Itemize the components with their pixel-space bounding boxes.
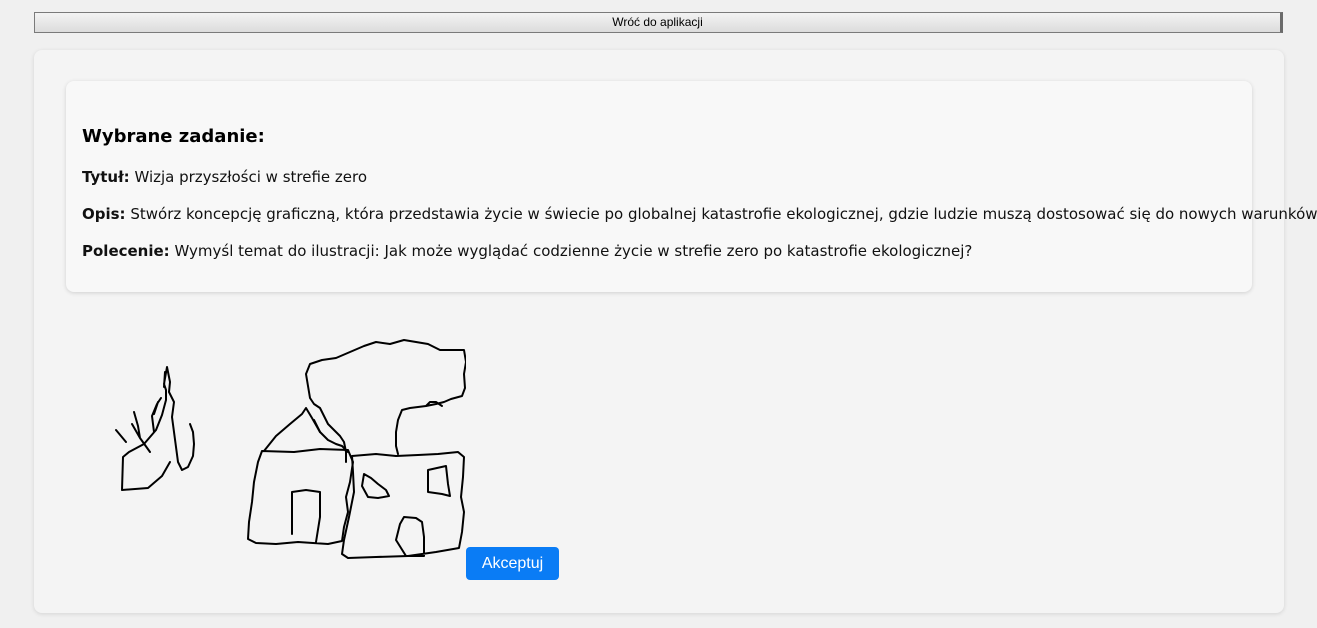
right-house-sketch — [341, 451, 465, 559]
task-command: Polecenie: Wymyśl temat do ilustracji: J… — [82, 242, 972, 260]
tree-sketch — [115, 366, 195, 491]
task-title: Tytuł: Wizja przyszłości w strefie zero — [82, 168, 367, 186]
left-house-sketch — [247, 407, 354, 545]
smoke-cloud-sketch — [305, 339, 466, 463]
back-to-app-button[interactable]: Wróć do aplikacji — [34, 12, 1283, 33]
task-command-label: Polecenie: — [82, 242, 170, 260]
task-title-value: Wizja przyszłości w strefie zero — [134, 168, 368, 186]
main-panel: Wybrane zadanie: Tytuł: Wizja przyszłośc… — [34, 50, 1317, 613]
task-description-value: Stwórz koncepcję graficzną, która przeds… — [130, 205, 1317, 223]
accept-button[interactable]: Akceptuj — [466, 547, 559, 580]
drawing-canvas[interactable] — [66, 312, 466, 562]
task-card: Wybrane zadanie: Tytuł: Wizja przyszłośc… — [66, 81, 1317, 292]
task-description-label: Opis: — [82, 205, 126, 223]
task-heading: Wybrane zadanie: — [82, 126, 265, 147]
task-command-value: Wymyśl temat do ilustracji: Jak może wyg… — [174, 242, 973, 260]
task-description: Opis: Stwórz koncepcję graficzną, która … — [82, 205, 1317, 223]
task-title-label: Tytuł: — [82, 168, 130, 186]
